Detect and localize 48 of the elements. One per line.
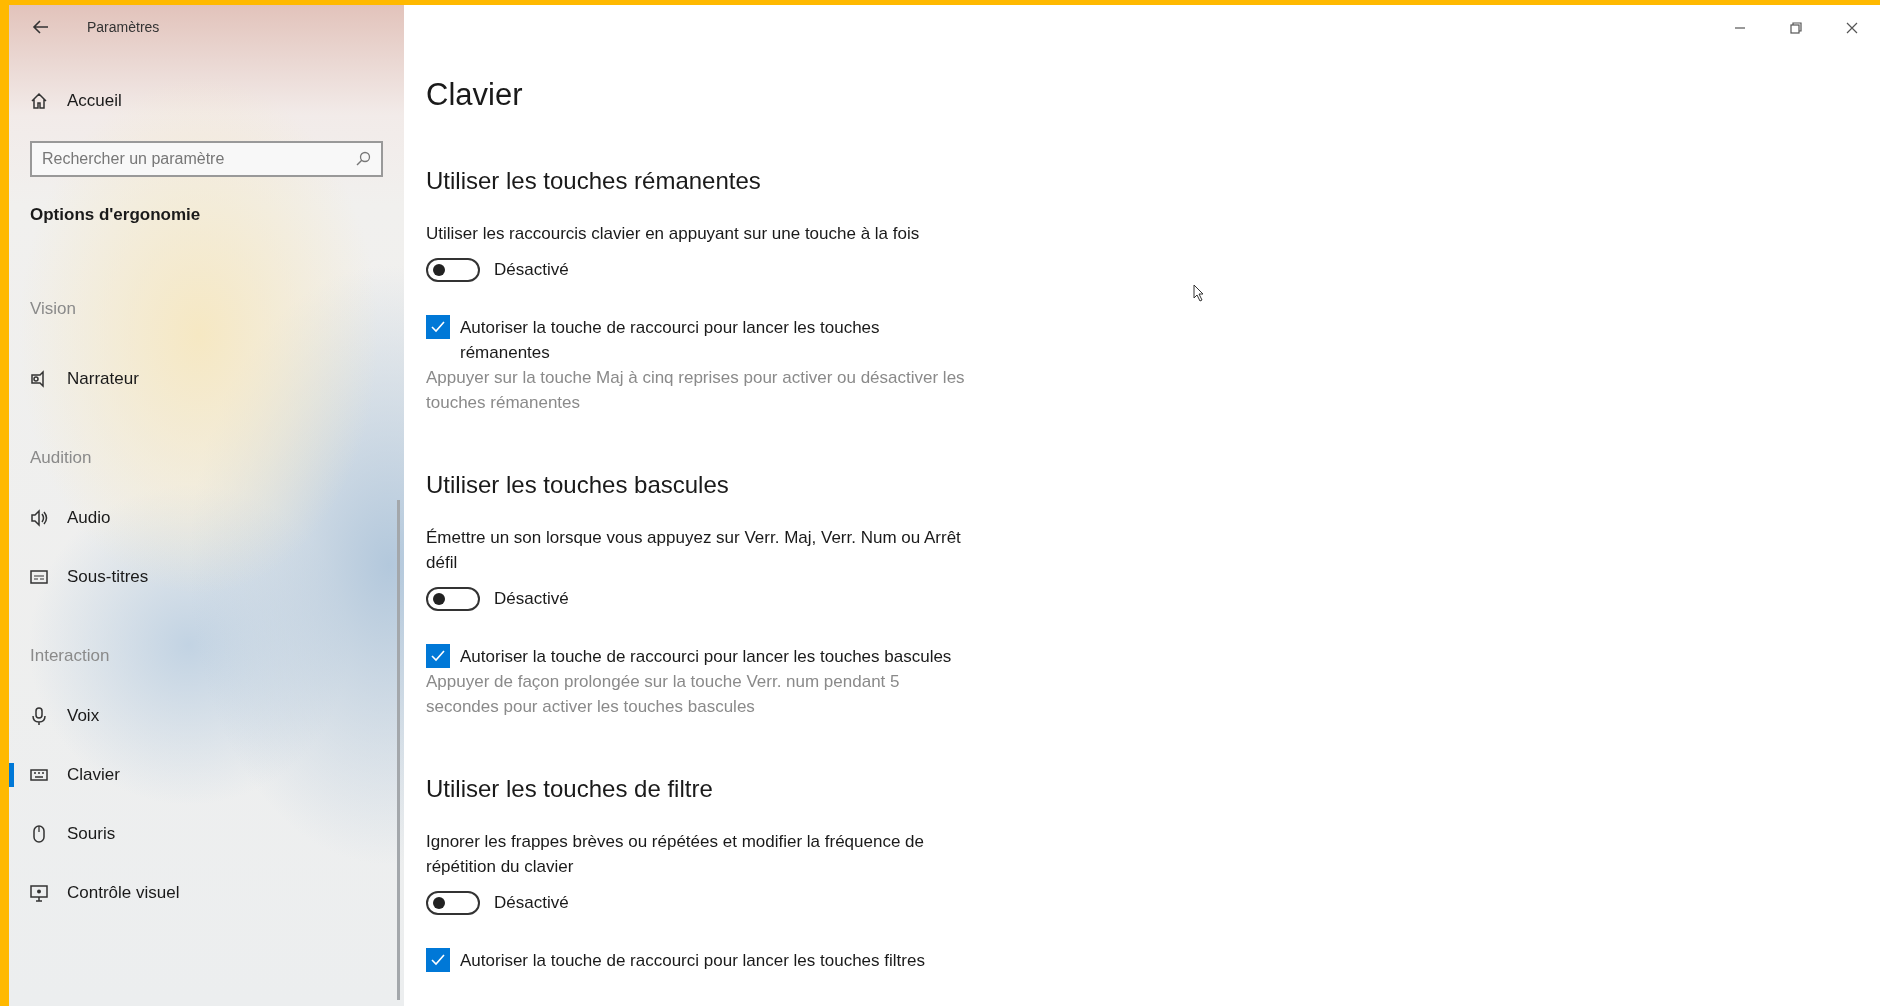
toggle-label: Désactivé <box>494 893 569 913</box>
group-label: Audition <box>30 448 93 468</box>
sidebar-item[interactable]: Souris <box>9 804 404 863</box>
sidebar-item[interactable]: Audio <box>9 488 404 547</box>
scrollbar[interactable] <box>397 500 400 1000</box>
group-label: Vision <box>30 299 77 319</box>
speaker-icon <box>29 507 49 528</box>
mouse-pointer-icon <box>1193 284 1205 302</box>
section-heading: Utiliser les touches rémanentes <box>426 167 762 195</box>
sidebar-item[interactable]: Narrateur <box>9 349 404 408</box>
checkmark-icon <box>430 648 446 664</box>
section-heading: Utiliser les touches de filtre <box>426 775 714 803</box>
toggle-label: Désactivé <box>494 589 569 609</box>
section-heading: Utiliser les touches bascules <box>426 471 730 499</box>
close-icon <box>1846 22 1858 34</box>
setting-description: Ignorer les frappes brèves ou répétées et modifier la fréquence de répétition du clavier <box>426 831 925 878</box>
search-icon <box>355 151 371 167</box>
page-title: Clavier <box>426 77 524 113</box>
setting-description: Émettre un son lorsque vous appuyez sur Verr. Maj, Verr. Num ou Arrêt défil <box>426 527 962 574</box>
checkbox[interactable] <box>426 948 450 972</box>
checkbox-label: Autoriser la touche de raccourci pour lancer les touches rémanentes <box>460 317 881 364</box>
category-heading: Options d'ergonomie <box>30 205 202 225</box>
checkmark-icon <box>430 319 446 335</box>
group-label: Interaction <box>30 646 111 666</box>
checkbox[interactable] <box>426 644 450 668</box>
checkbox-label: Autoriser la touche de raccourci pour lancer les touches bascules <box>460 646 952 668</box>
setting-description: Utiliser les raccourcis clavier en appuyant sur une touche à la fois <box>426 223 921 245</box>
toggle-label: Désactivé <box>494 260 569 280</box>
hint-text: Appuyer de façon prolongée sur la touche Verr. num pendant 5 secondes pour activer les touches bascules <box>426 671 901 718</box>
toggle-switch[interactable] <box>426 258 480 282</box>
hint-text: Appuyer sur la touche Maj à cinq reprises pour activer ou désactiver les touches rémanentes <box>426 367 966 414</box>
checkbox[interactable] <box>426 315 450 339</box>
home-nav-item[interactable]: Accueil <box>9 71 404 131</box>
toggle-switch[interactable] <box>426 587 480 611</box>
checkbox-label: Autoriser la touche de raccourci pour lancer les touches filtres <box>460 950 925 972</box>
sidebar-item[interactable]: Voix <box>9 686 404 745</box>
search-field[interactable]: Rechercher un paramètre <box>30 141 383 177</box>
window-title: Paramètres <box>87 19 160 35</box>
selection-indicator <box>9 763 14 787</box>
monitor-icon <box>29 882 49 903</box>
sidebar-item[interactable]: Sous-titres <box>9 547 404 606</box>
restore-icon <box>1790 22 1802 34</box>
sidebar-item[interactable]: Clavier <box>9 745 404 804</box>
microphone-icon <box>29 705 49 726</box>
home-icon <box>29 91 49 111</box>
sidebar-item[interactable]: Contrôle visuel <box>9 863 404 922</box>
checkmark-icon <box>430 952 446 968</box>
toggle-switch[interactable] <box>426 891 480 915</box>
